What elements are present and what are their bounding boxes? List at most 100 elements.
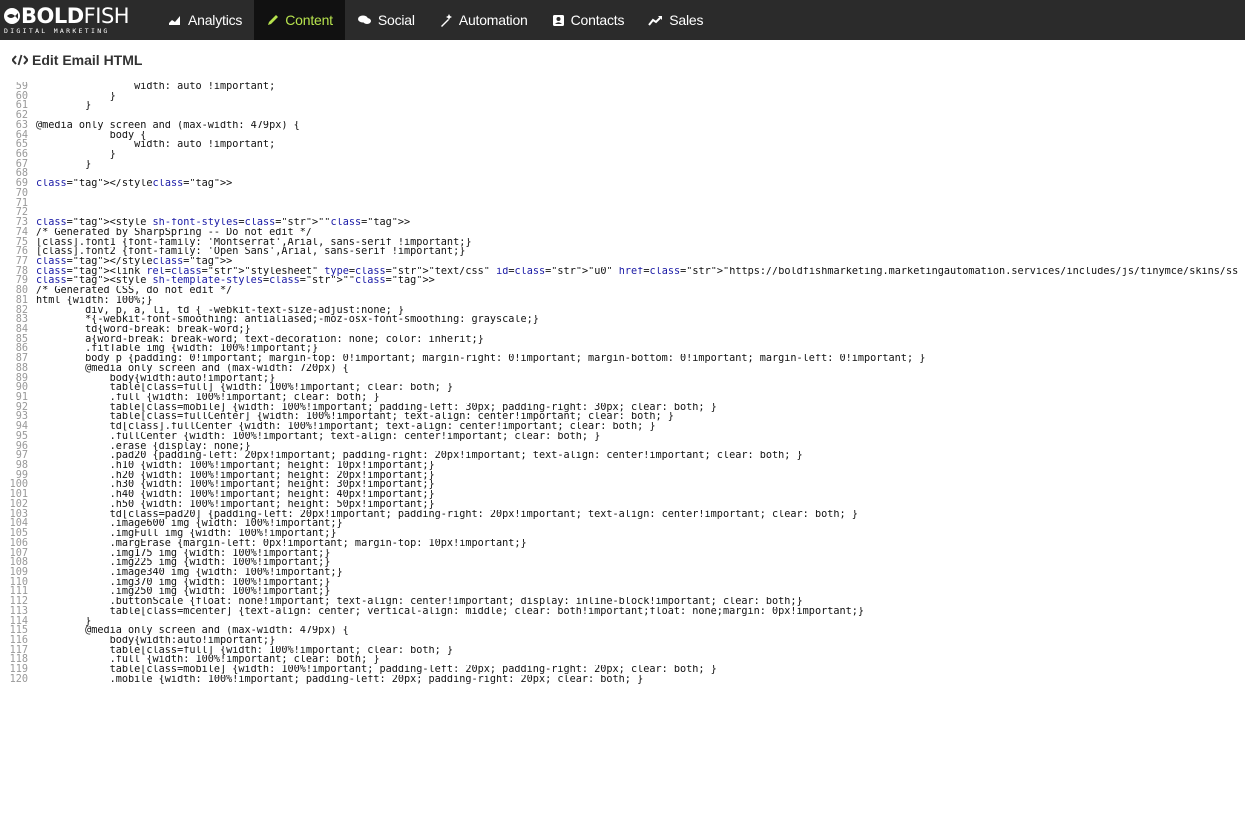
code-line: 64 body { (0, 130, 1245, 141)
trend-icon (648, 15, 663, 26)
brand-logo[interactable]: BOLDFISH DIGITAL MARKETING (0, 0, 156, 40)
code-text: @media only screen and (max-width: 720px… (36, 363, 349, 374)
code-line: 74/* Generated by SharpSpring -- Do not … (0, 227, 1245, 238)
code-line: 80/* Generated CSS, do not edit */ (0, 286, 1245, 296)
code-text: /* Generated CSS, do not edit */ (36, 286, 233, 296)
code-line: 101 .h40 {width: 100%!important; height:… (0, 490, 1245, 500)
code-text: .pad20 {padding-left: 20px!important; pa… (36, 451, 803, 462)
code-text: } (36, 150, 116, 160)
code-text: width: auto !important; (36, 82, 276, 92)
code-line: 76 [class].font2 {font-family: 'Open Sans… (0, 247, 1245, 257)
code-line: 66 } (0, 150, 1245, 160)
code-text: .fullCenter {width: 100%!important; text… (36, 431, 601, 442)
code-text: table[class=mcenter] {text-align: center… (36, 606, 865, 617)
code-line: 112 .buttonScale {float: none!important;… (0, 597, 1245, 607)
top-navigation-bar: BOLDFISH DIGITAL MARKETING Analytics Con… (0, 0, 1245, 40)
code-text: } (36, 616, 92, 627)
code-text: div, p, a, li, td { -webkit-text-size-ad… (36, 305, 405, 316)
code-text: table[class=full] {width: 100%!important… (36, 645, 454, 656)
code-line: 109 .image340 img {width: 100%!important… (0, 567, 1245, 578)
code-line: 115 @media only screen and (max-width: 4… (0, 626, 1245, 636)
code-text: .imgFull img {width: 100%!important;} (36, 529, 337, 539)
code-line: 60 } (0, 91, 1245, 102)
code-line: 69 class="tag"></styleclass="tag">> (0, 179, 1245, 189)
code-line: 107 .img175 img {width: 100%!important;} (0, 548, 1245, 559)
code-text: .h10 {width: 100%!important; height: 10p… (36, 461, 435, 471)
code-text: .buttonScale {float: none!important; tex… (36, 597, 803, 607)
code-line: 110 .img370 img {width: 100%!important;} (0, 577, 1245, 588)
code-text: .h20 {width: 100%!important; height: 20p… (36, 470, 435, 481)
code-line: 113 table[class=mcenter] {text-align: ce… (0, 606, 1245, 617)
code-text: body{width:auto!important;} (36, 635, 276, 646)
code-line: 67 } (0, 159, 1245, 170)
code-text: .img175 img {width: 100%!important;} (36, 548, 331, 559)
code-line: 119 table[class=mobile] {width: 100%!imp… (0, 665, 1245, 675)
nav-item-analytics[interactable]: Analytics (156, 0, 254, 40)
code-text: class="tag"></styleclass="tag">> (36, 256, 233, 267)
code-text: table[class=mobile] {width: 100%!importa… (36, 402, 717, 413)
code-line: 62 (0, 111, 1245, 121)
html-code-editor[interactable]: 59 width: auto !important; 60 } 61 } 62 63 @m… (0, 82, 1245, 823)
code-line: 65 width: auto !important; (0, 140, 1245, 150)
code-text: .image340 img {width: 100%!important;} (36, 567, 343, 578)
code-text: class="tag"><style sh-template-styles=cl… (36, 276, 435, 287)
nav-item-content[interactable]: Content (254, 0, 345, 40)
code-line: 79 class="tag"><style sh-template-styles=… (0, 276, 1245, 286)
brand-tagline: DIGITAL MARKETING (4, 27, 110, 35)
code-text: .img225 img {width: 100%!important;} (36, 558, 331, 568)
code-line: 86 .fitTable img {width: 100%!important;… (0, 344, 1245, 354)
brand-name: BOLDFISH (21, 4, 130, 28)
code-line: 117 table[class=full] {width: 100%!impor… (0, 645, 1245, 656)
code-text: table[class=fullCenter] {width: 100%!imp… (36, 412, 674, 423)
code-line: 96 .erase {display: none;} (0, 441, 1245, 452)
page-header: Edit Email HTML (0, 40, 1245, 80)
code-text: .erase {display: none;} (36, 441, 251, 452)
code-text: class="tag"><link rel=class="str">"style… (36, 266, 1245, 277)
code-line: 59 width: auto !important; (0, 82, 1245, 92)
code-line: 91 .full {width: 100%!important; clear: … (0, 393, 1245, 403)
code-line: 71 (0, 198, 1245, 209)
code-text: a{word-break: break-word; text-decoratio… (36, 334, 484, 345)
nav-item-sales[interactable]: Sales (636, 0, 715, 40)
chat-icon (357, 14, 372, 26)
code-text: .h40 {width: 100%!important; height: 40p… (36, 490, 435, 500)
code-line: 90 table[class=full] {width: 100%!import… (0, 383, 1245, 393)
code-line: 88 @media only screen and (max-width: 72… (0, 363, 1245, 374)
code-line: 78 class="tag"><link rel=class="str">"sty… (0, 266, 1245, 277)
code-text: td[class].fullCenter {width: 100%!import… (36, 422, 656, 432)
code-text: body{width:auto!important;} (36, 373, 276, 384)
code-text: [class].font1 {font-family: 'Montserrat'… (36, 237, 472, 248)
code-line: 116 body{width:auto!important;} (0, 636, 1245, 646)
code-line: 93 table[class=fullCenter] {width: 100%!… (0, 412, 1245, 422)
code-icon (12, 54, 28, 66)
nav-item-social[interactable]: Social (345, 0, 427, 40)
nav-item-contacts[interactable]: Contacts (540, 0, 637, 40)
code-text: .margErase {margin-left: 0px!important; … (36, 538, 527, 549)
code-text: @media only screen and (max-width: 479px… (36, 120, 300, 131)
code-line: 114 } (0, 616, 1245, 627)
code-text: .h50 {width: 100%!important; height: 50p… (36, 499, 435, 510)
code-line: 99 .h20 {width: 100%!important; height: … (0, 470, 1245, 481)
code-line: 111 .img250 img {width: 100%!important;} (0, 587, 1245, 597)
code-text: html {width: 100%;} (36, 295, 153, 306)
code-line: 72 (0, 208, 1245, 218)
code-text: .full {width: 100%!important; clear: bot… (36, 655, 380, 666)
code-line: 61 } (0, 101, 1245, 111)
nav-item-automation[interactable]: Automation (427, 0, 540, 40)
code-line: 70 (0, 188, 1245, 199)
code-text: td[class=pad20] {padding-left: 20px!impo… (36, 509, 858, 520)
code-line: 102 .h50 {width: 100%!important; height:… (0, 499, 1245, 510)
code-text: .img370 img {width: 100%!important;} (36, 577, 331, 588)
code-text: .full {width: 100%!important; clear: bot… (36, 393, 380, 403)
code-text: *{-webkit-font-smoothing: antialiased;-m… (36, 315, 539, 325)
code-text: body { (36, 130, 147, 141)
code-line: 77 class="tag"></styleclass="tag">> (0, 256, 1245, 267)
page-title: Edit Email HTML (12, 52, 142, 68)
code-line: 85 a{word-break: break-word; text-decora… (0, 334, 1245, 345)
code-line: 75 [class].font1 {font-family: 'Montserra… (0, 237, 1245, 248)
